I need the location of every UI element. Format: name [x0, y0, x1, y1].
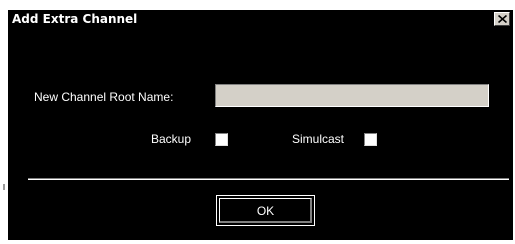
dialog-titlebar[interactable]: Add Extra Channel — [8, 10, 513, 29]
ok-button[interactable]: OK — [216, 195, 315, 226]
background-edge-mark — [3, 184, 5, 190]
simulcast-label: Simulcast — [292, 132, 345, 146]
backup-label: Backup — [151, 132, 192, 146]
close-icon — [498, 15, 507, 23]
close-button[interactable] — [494, 12, 510, 26]
simulcast-checkbox[interactable] — [364, 133, 377, 146]
add-extra-channel-dialog: Add Extra Channel New Channel Root Name:… — [8, 10, 513, 240]
backup-checkbox[interactable] — [215, 133, 228, 146]
separator-line — [28, 178, 509, 180]
dialog-title: Add Extra Channel — [12, 12, 138, 26]
ok-button-label: OK — [256, 204, 275, 218]
channel-root-name-input[interactable] — [215, 84, 489, 107]
channel-root-name-label: New Channel Root Name: — [34, 90, 174, 104]
